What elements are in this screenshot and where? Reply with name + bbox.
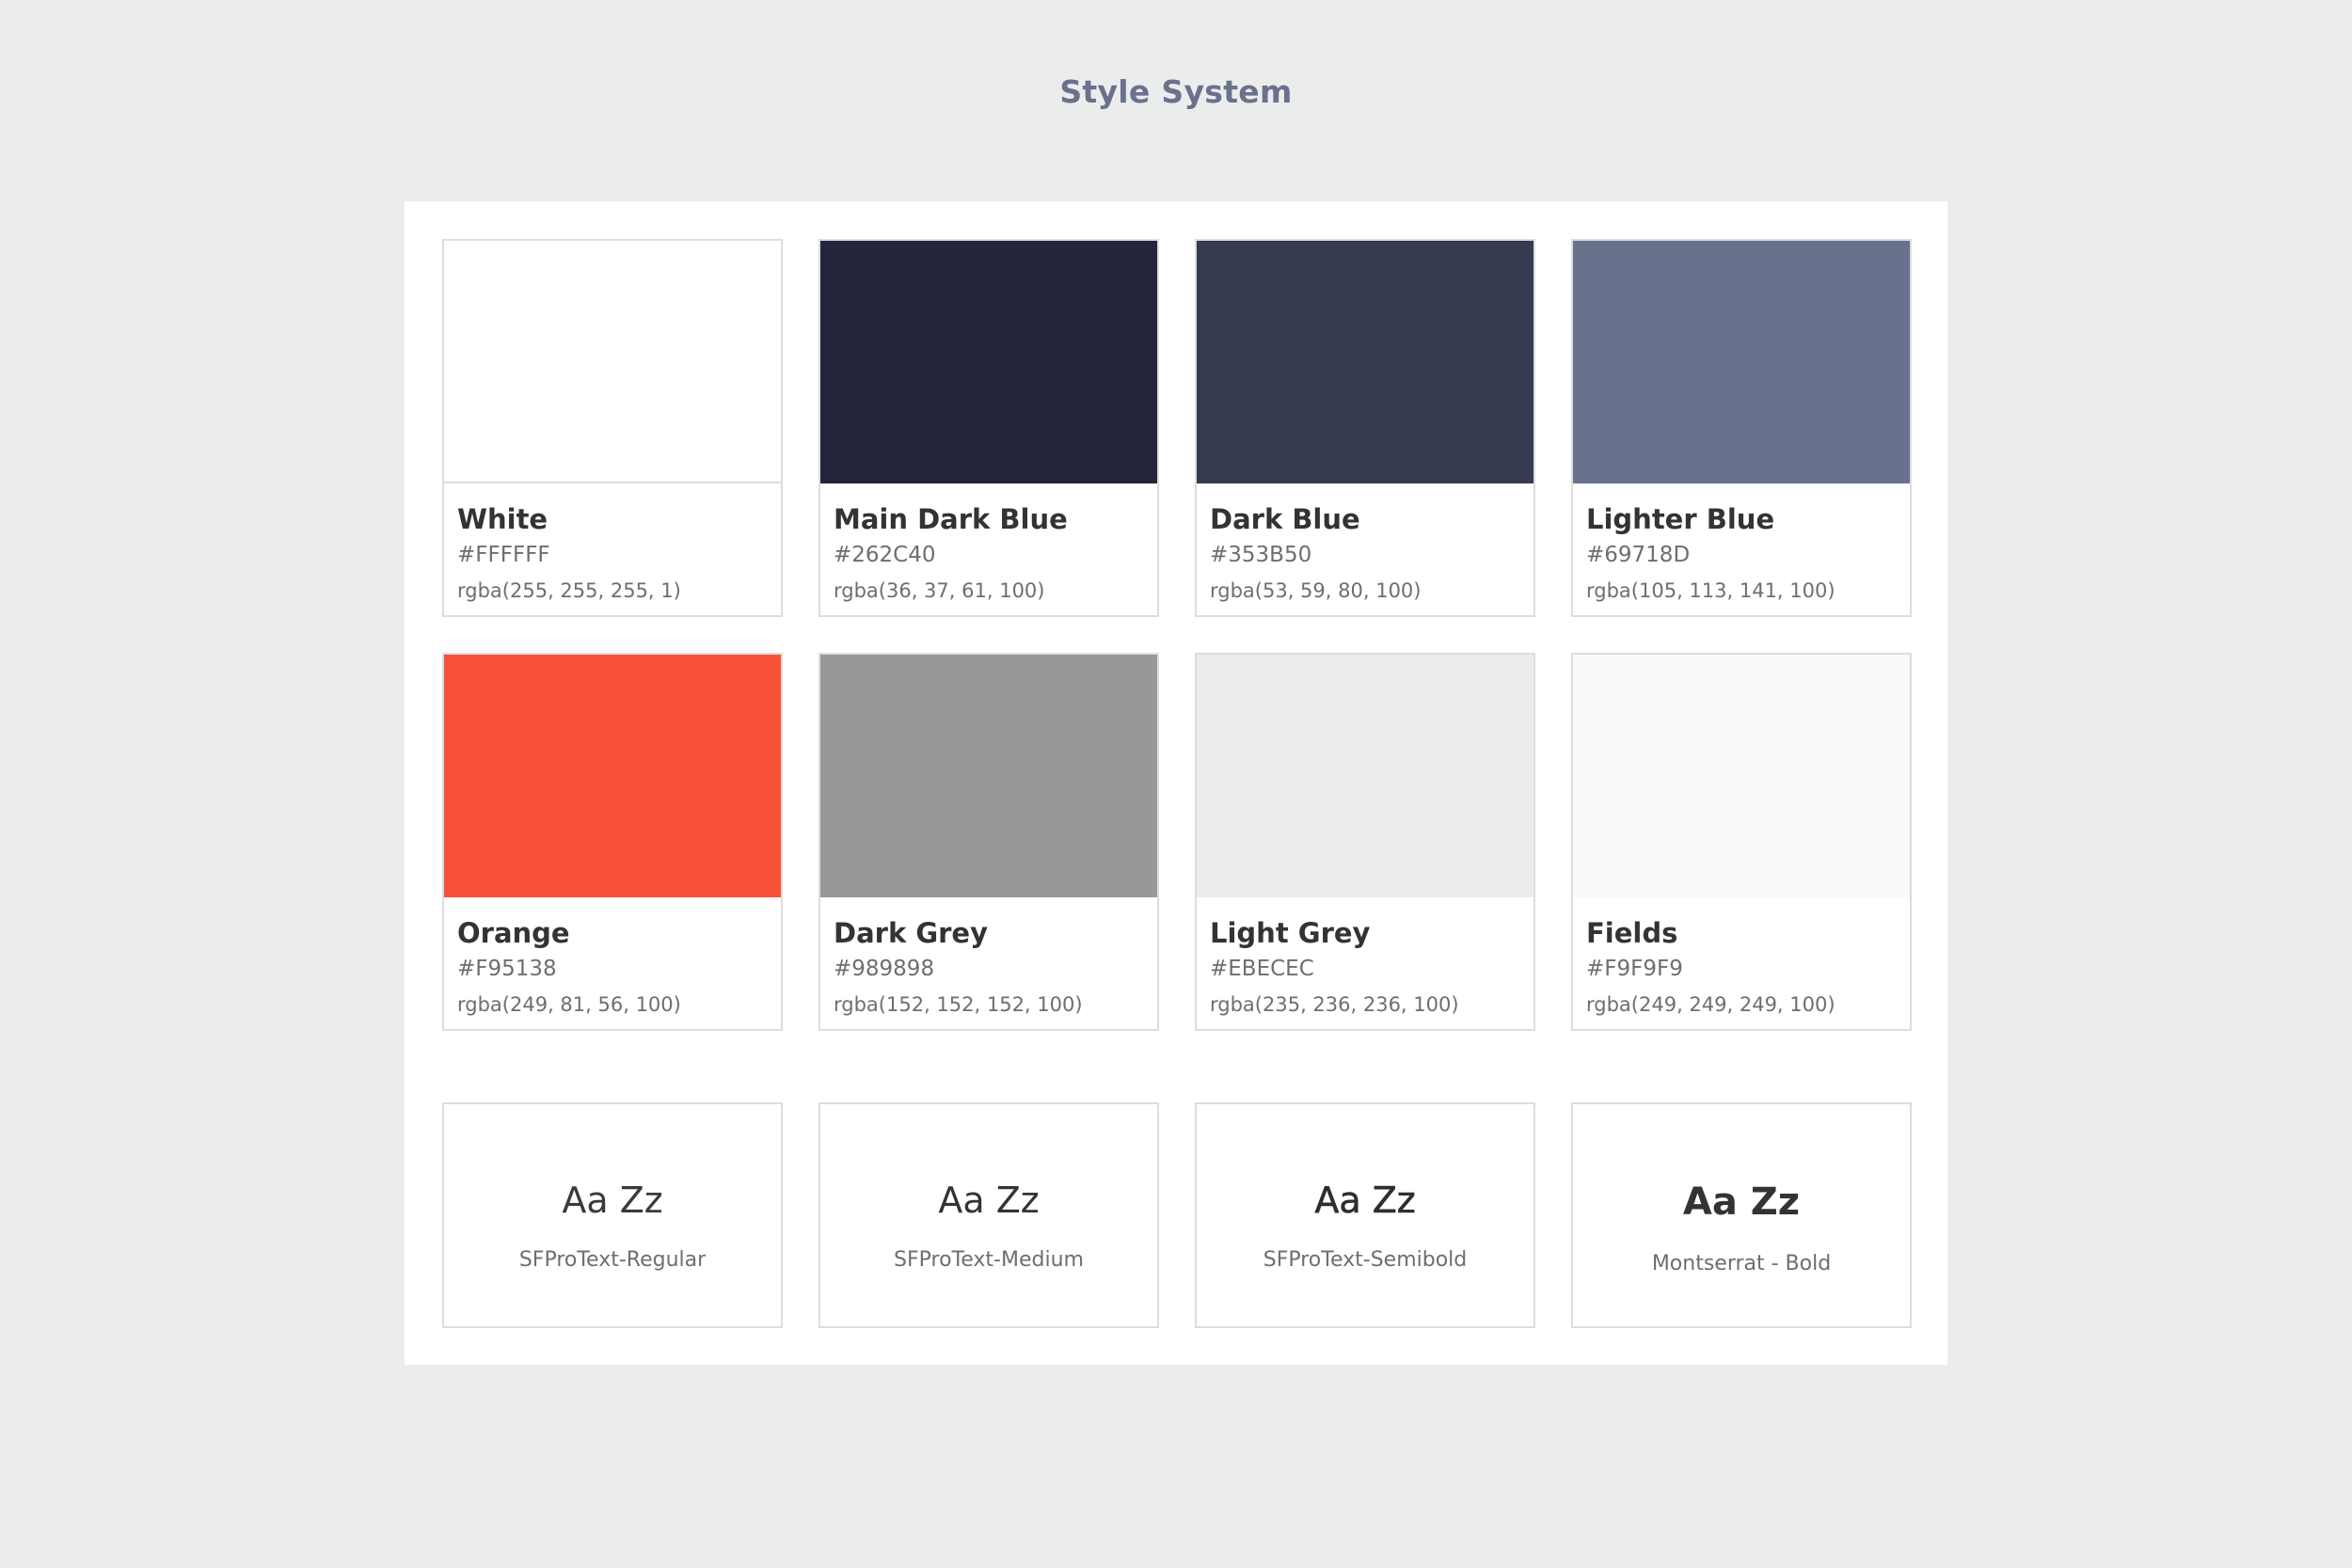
color-hex: #989898 [834,957,935,981]
color-card-lighter-blue: Lighter Blue #69718D rgba(105, 113, 141,… [1571,239,1912,617]
color-rgba: rgba(36, 37, 61, 100) [834,579,1045,602]
color-name: Dark Grey [834,917,989,949]
color-card-orange: Orange #F95138 rgba(249, 81, 56, 100) [442,653,783,1031]
color-card-dark-grey: Dark Grey #989898 rgba(152, 152, 152, 10… [818,653,1159,1031]
color-rgba: rgba(235, 236, 236, 100) [1210,993,1459,1016]
color-rgba: rgba(53, 59, 80, 100) [1210,579,1422,602]
color-hex: #353B50 [1210,543,1312,567]
color-swatch [1197,655,1534,897]
color-hex: #EBECEC [1210,957,1314,981]
type-card-semibold: Aa Zz SFProText-Semibold [1195,1102,1535,1328]
color-rgba: rgba(105, 113, 141, 100) [1586,579,1836,602]
color-rgba: rgba(249, 81, 56, 100) [457,993,681,1016]
font-name: SFProText-Regular [518,1248,707,1272]
page-title: Style System [1059,73,1293,110]
type-card-medium: Aa Zz SFProText-Medium [818,1102,1159,1328]
color-name: Dark Blue [1210,503,1360,535]
font-name: Montserrat - Bold [1651,1252,1832,1275]
color-name: Orange [457,917,570,949]
color-name: Main Dark Blue [834,503,1068,535]
font-name: SFProText-Medium [894,1248,1084,1272]
type-card-bold: Aa Zz Montserrat - Bold [1571,1102,1912,1328]
color-swatch [820,655,1157,897]
color-card-light-grey: Light Grey #EBECEC rgba(235, 236, 236, 1… [1195,653,1535,1031]
font-name: SFProText-Semibold [1263,1248,1468,1272]
color-swatch [444,655,781,897]
color-hex: #F9F9F9 [1586,957,1683,981]
color-name: Fields [1586,917,1678,949]
color-rgba: rgba(152, 152, 152, 100) [834,993,1083,1016]
color-swatch [444,241,781,483]
color-name: Lighter Blue [1586,503,1775,535]
color-swatch [1197,241,1534,483]
color-swatch [820,241,1157,483]
type-sample: Aa Zz [562,1180,663,1221]
color-card-main-dark-blue: Main Dark Blue #262C40 rgba(36, 37, 61, … [818,239,1159,617]
color-swatch [1573,241,1910,483]
color-rgba: rgba(249, 249, 249, 100) [1586,993,1836,1016]
color-hex: #FFFFFF [457,543,550,567]
color-card-white: White #FFFFFF rgba(255, 255, 255, 1) [442,239,783,617]
color-card-fields: Fields #F9F9F9 rgba(249, 249, 249, 100) [1571,653,1912,1031]
color-name: White [457,503,548,535]
type-sample: Aa Zz [1314,1180,1416,1222]
color-name: Light Grey [1210,917,1371,949]
color-rgba: rgba(255, 255, 255, 1) [457,579,681,602]
color-card-dark-blue: Dark Blue #353B50 rgba(53, 59, 80, 100) [1195,239,1535,617]
style-system-panel: White #FFFFFF rgba(255, 255, 255, 1) Mai… [405,201,1947,1365]
color-hex: #262C40 [834,543,936,567]
color-hex: #F95138 [457,957,557,981]
type-sample: Aa Zz [938,1180,1040,1221]
type-card-regular: Aa Zz SFProText-Regular [442,1102,783,1328]
color-swatch [1573,655,1910,897]
color-hex: #69718D [1586,543,1691,567]
type-sample: Aa Zz [1682,1180,1801,1224]
